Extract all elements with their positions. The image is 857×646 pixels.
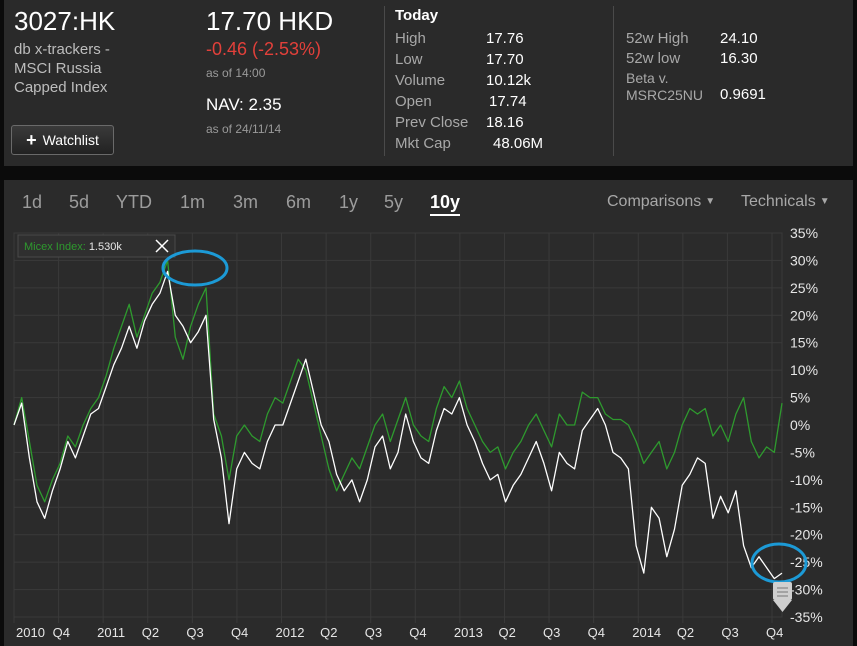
y-tick-label: 10% — [790, 362, 818, 378]
y-tick-label: 35% — [790, 225, 818, 241]
y-tick-label: 30% — [790, 252, 818, 268]
y-tick-label: -35% — [790, 609, 823, 625]
chart-handle[interactable] — [773, 582, 792, 600]
x-tick-label: 2010 — [16, 625, 45, 640]
x-tick-label: 2011 — [97, 625, 125, 640]
legend-value: 1.530k — [89, 241, 123, 253]
x-tick-label: Q4 — [588, 625, 605, 640]
y-tick-label: 20% — [790, 307, 818, 323]
y-tick-label: -10% — [790, 472, 823, 488]
x-tick-label: 2014 — [632, 625, 661, 640]
x-tick-label: Q2 — [677, 625, 694, 640]
y-tick-label: 5% — [790, 390, 810, 406]
series-line-micex — [13, 259, 783, 503]
x-tick-label: Q2 — [498, 625, 515, 640]
x-tick-label: Q2 — [320, 625, 337, 640]
x-tick-label: Q3 — [721, 625, 738, 640]
x-tick-label: Q4 — [409, 625, 426, 640]
y-tick-label: -30% — [790, 582, 823, 598]
legend-entry: Micex Index: 1.530k — [24, 241, 122, 253]
x-tick-label: Q3 — [365, 625, 382, 640]
annotation-circle-peak — [161, 249, 229, 287]
price-chart[interactable]: 35%30%25%20%15%10%5%0%-5%-10%-15%-20%-25… — [0, 0, 857, 646]
y-tick-label: 0% — [790, 417, 810, 433]
legend-label: Micex Index: — [24, 241, 89, 253]
y-tick-label: -15% — [790, 499, 823, 515]
x-tick-label: 2012 — [276, 625, 305, 640]
x-tick-label: Q2 — [142, 625, 159, 640]
x-tick-label: 2013 — [454, 625, 483, 640]
x-tick-label: Q4 — [53, 625, 70, 640]
y-tick-label: -5% — [790, 444, 815, 460]
x-tick-label: Q4 — [231, 625, 248, 640]
y-tick-label: 15% — [790, 335, 818, 351]
y-tick-label: -20% — [790, 527, 823, 543]
x-tick-label: Q3 — [186, 625, 203, 640]
y-tick-label: 25% — [790, 280, 818, 296]
x-tick-label: Q3 — [543, 625, 560, 640]
x-tick-label: Q4 — [766, 625, 783, 640]
